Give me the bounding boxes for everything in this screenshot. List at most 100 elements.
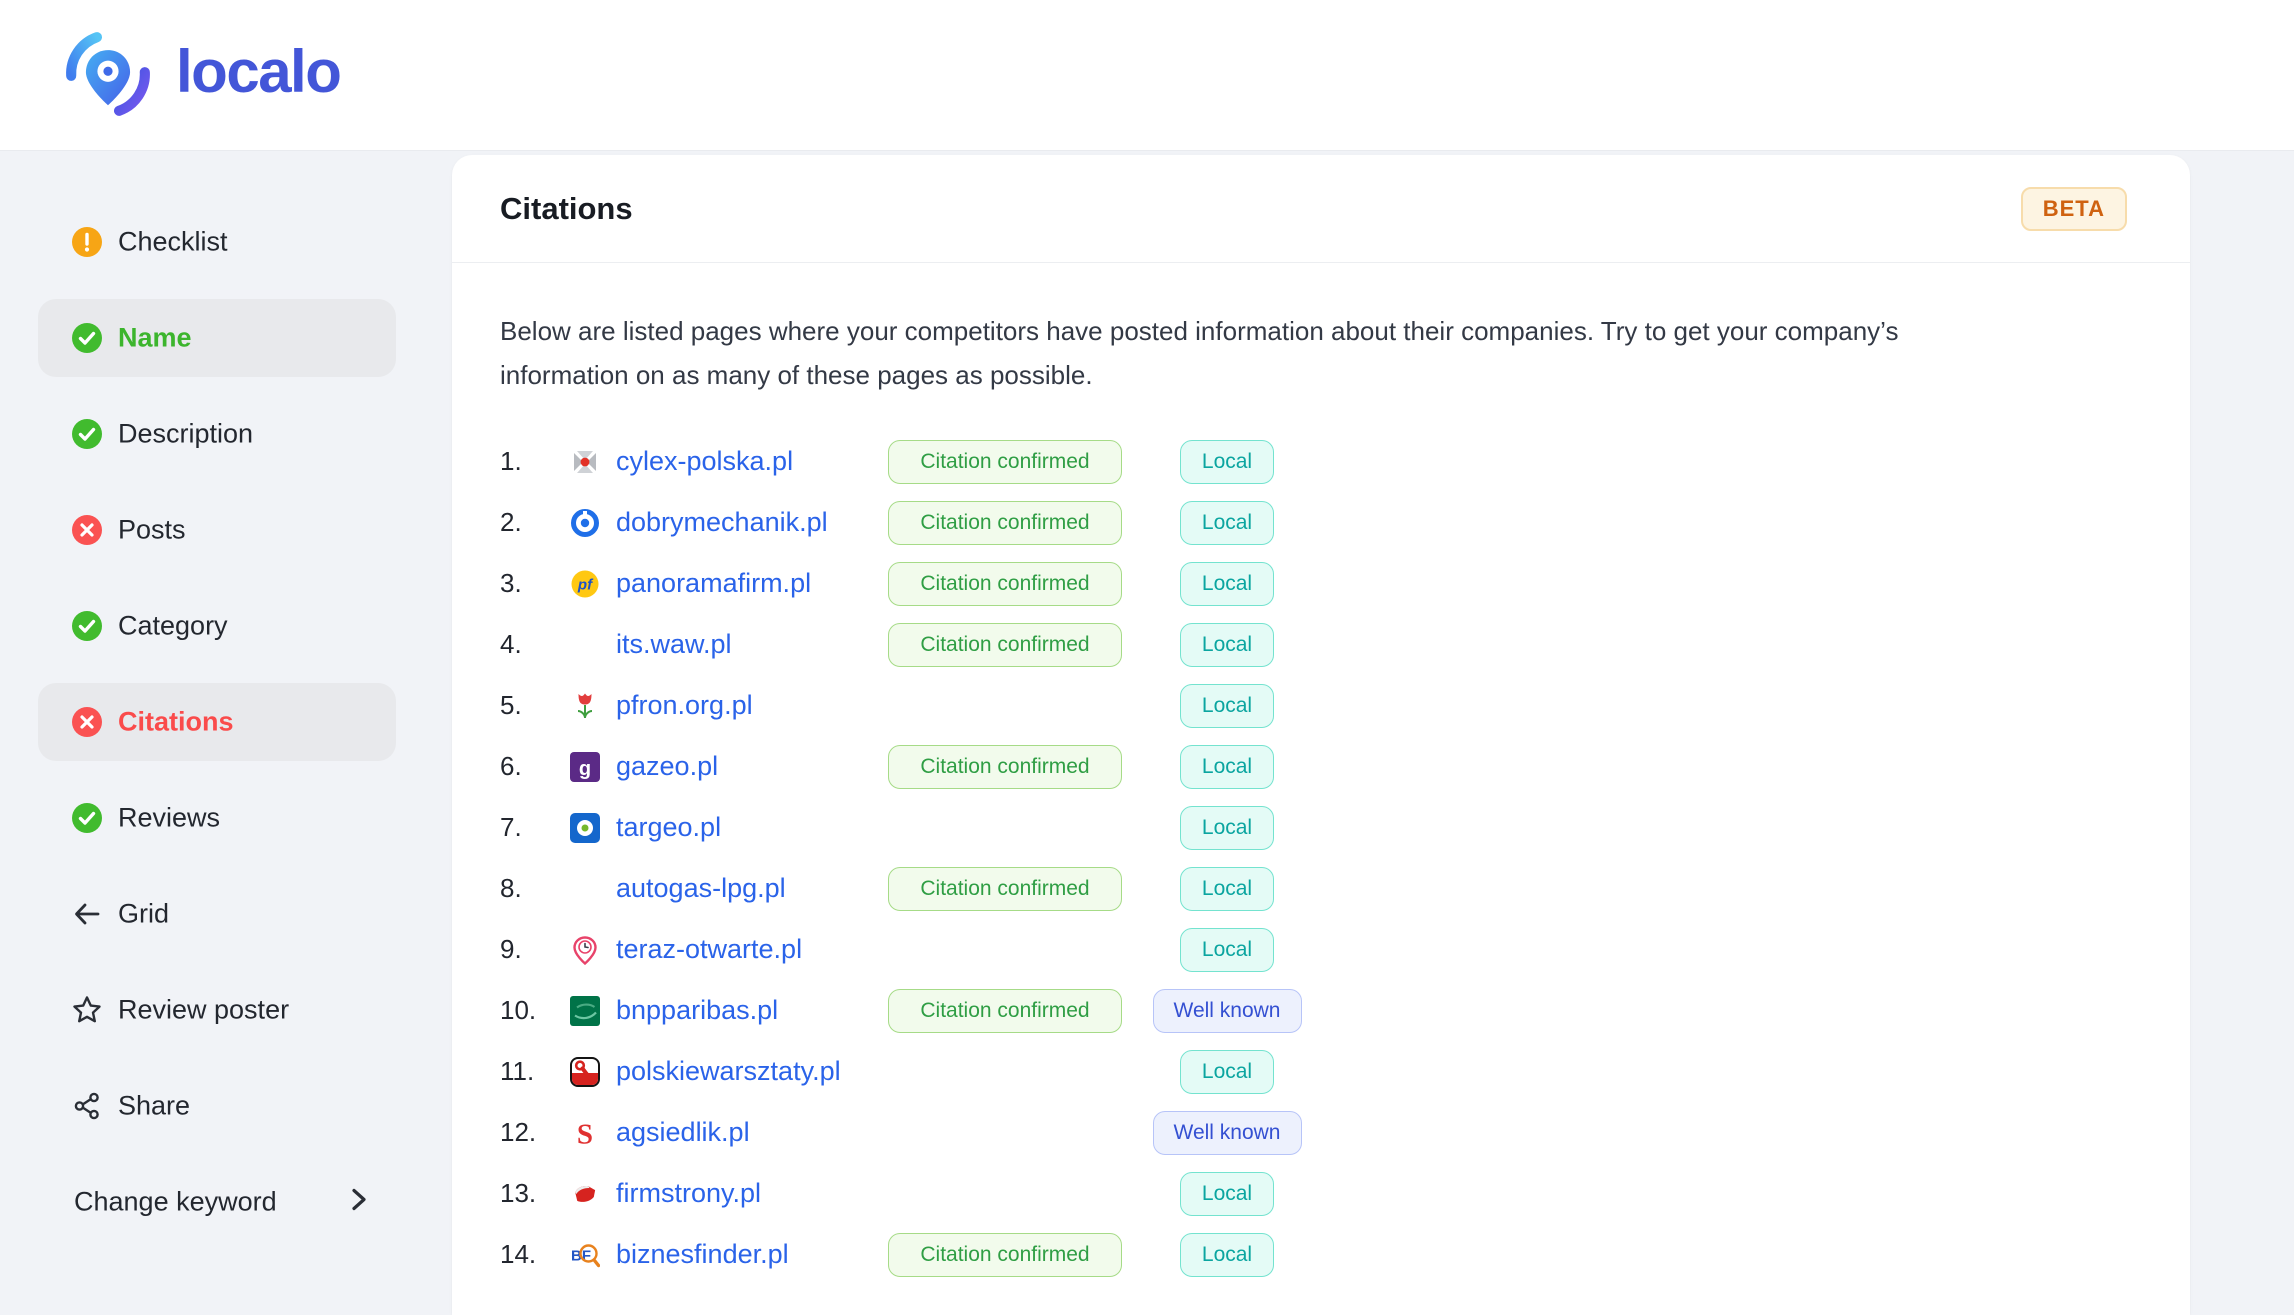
sidebar-item-label: Citations [118, 706, 234, 737]
local-badge: Local [1179, 439, 1275, 484]
app-screen: localo Checklist Name Description Posts … [0, 0, 2294, 1315]
favicon-warsztaty-icon [570, 1056, 600, 1087]
change-keyword-button[interactable]: Change keyword [0, 1154, 452, 1250]
row-number: 10. [500, 995, 537, 1025]
citation-confirmed-badge: Citation confirmed [888, 439, 1122, 484]
local-badge: Local [1179, 927, 1275, 972]
change-keyword-label: Change keyword [74, 1186, 277, 1217]
favicon-bnp-icon [570, 995, 600, 1026]
favicon-gazeo-icon: g [570, 751, 600, 782]
local-badge: Local [1179, 1232, 1275, 1277]
check-circle-icon [71, 322, 103, 354]
favicon-targeo-icon [570, 812, 600, 843]
domain-link[interactable]: bnpparibas.pl [616, 995, 778, 1025]
favicon-firmstrony-icon [570, 1179, 600, 1209]
localo-logo[interactable]: localo [62, 28, 342, 120]
warning-circle-icon [71, 226, 103, 258]
arrow-left-icon [71, 898, 103, 930]
brand-wordmark: localo [176, 37, 342, 105]
well-known-badge: Well known [1152, 988, 1302, 1033]
citations-card-header: Citations BETA [452, 155, 2190, 263]
domain-link[interactable]: pfron.org.pl [616, 690, 753, 720]
local-badge: Local [1179, 622, 1275, 667]
page-title: Citations [500, 190, 633, 226]
local-badge: Local [1179, 866, 1275, 911]
local-badge: Local [1179, 561, 1275, 606]
local-badge: Local [1179, 683, 1275, 728]
top-header: localo [0, 0, 2294, 151]
local-badge: Local [1179, 500, 1275, 545]
row-number: 3. [500, 568, 522, 598]
domain-link[interactable]: polskiewarsztaty.pl [616, 1056, 841, 1086]
well-known-badge: Well known [1152, 1110, 1302, 1155]
citation-row: 9. teraz-otwarte.pl Local [500, 919, 2190, 980]
sidebar-item-label: Posts [118, 514, 186, 545]
beta-badge: BETA [2020, 186, 2127, 231]
citation-confirmed-badge: Citation confirmed [888, 622, 1122, 667]
citation-row: 12. S agsiedlik.pl Well known [500, 1102, 2190, 1163]
sidebar-item-name[interactable]: Name [0, 290, 452, 386]
citation-row: 10. bnpparibas.pl Citation confirmed Wel… [500, 980, 2190, 1041]
citations-list: 1. cylex-polska.pl Citation confirmed Lo… [500, 431, 2190, 1285]
x-circle-icon [71, 706, 103, 738]
sidebar-item-share[interactable]: Share [0, 1058, 452, 1154]
domain-link[interactable]: dobrymechanik.pl [616, 507, 828, 537]
domain-link[interactable]: panoramafirm.pl [616, 568, 811, 598]
sidebar-item-grid[interactable]: Grid [0, 866, 452, 962]
citation-row: 6. g gazeo.pl Citation confirmed Local [500, 736, 2190, 797]
favicon-cylex-icon [570, 447, 600, 477]
domain-link[interactable]: cylex-polska.pl [616, 446, 793, 476]
sidebar-item-label: Description [118, 418, 254, 449]
favicon-panoramafirm-icon: pf [570, 569, 600, 599]
citation-row: 4. its.waw.pl Citation confirmed Local [500, 614, 2190, 675]
check-circle-icon [71, 418, 103, 450]
citation-confirmed-badge: Citation confirmed [888, 744, 1122, 789]
sidebar-item-label: Category [118, 610, 228, 641]
citation-confirmed-badge: Citation confirmed [888, 561, 1122, 606]
favicon-dobrymechanik-icon [570, 508, 600, 538]
citations-card-body: Below are listed pages where your compet… [452, 309, 2190, 1285]
svg-text:pf: pf [577, 576, 594, 593]
sidebar-item-checklist[interactable]: Checklist [0, 194, 452, 290]
sidebar-item-citations[interactable]: Citations [0, 674, 452, 770]
citation-row: 7. targeo.pl Local [500, 797, 2190, 858]
sidebar-item-reviews[interactable]: Reviews [0, 770, 452, 866]
domain-link[interactable]: firmstrony.pl [616, 1178, 761, 1208]
check-circle-icon [71, 802, 103, 834]
domain-link[interactable]: its.waw.pl [616, 629, 732, 659]
row-number: 9. [500, 934, 522, 964]
domain-link[interactable]: agsiedlik.pl [616, 1117, 750, 1147]
domain-link[interactable]: targeo.pl [616, 812, 721, 842]
domain-link[interactable]: autogas-lpg.pl [616, 873, 786, 903]
favicon-pfron-icon [570, 691, 600, 721]
star-icon [71, 994, 103, 1026]
local-badge: Local [1179, 805, 1275, 850]
citation-row: 11. polskiewarsztaty.pl Local [500, 1041, 2190, 1102]
row-number: 4. [500, 629, 522, 659]
sidebar-item-label: Reviews [118, 802, 221, 833]
localo-pin-icon [62, 28, 154, 120]
sidebar-item-category[interactable]: Category [0, 578, 452, 674]
svg-text:S: S [577, 1118, 593, 1148]
domain-link[interactable]: teraz-otwarte.pl [616, 934, 802, 964]
favicon-biznesfinder-icon: BF [570, 1240, 600, 1270]
sidebar-item-description[interactable]: Description [0, 386, 452, 482]
sidebar-item-label: Grid [118, 898, 170, 929]
x-circle-icon [71, 514, 103, 546]
citation-confirmed-badge: Citation confirmed [888, 1232, 1122, 1277]
sidebar-item-label: Name [118, 322, 192, 353]
domain-link[interactable]: biznesfinder.pl [616, 1239, 789, 1269]
favicon-placeholder [570, 874, 600, 904]
row-number: 8. [500, 873, 522, 903]
share-icon [71, 1090, 103, 1122]
local-badge: Local [1179, 1049, 1275, 1094]
citation-row: 13. firmstrony.pl Local [500, 1163, 2190, 1224]
sidebar-item-posts[interactable]: Posts [0, 482, 452, 578]
sidebar-item-label: Share [118, 1090, 191, 1121]
chevron-right-icon [348, 1183, 370, 1222]
favicon-teraz-icon [570, 935, 600, 965]
row-number: 12. [500, 1117, 537, 1147]
local-badge: Local [1179, 1171, 1275, 1216]
domain-link[interactable]: gazeo.pl [616, 751, 718, 781]
sidebar-item-review-poster[interactable]: Review poster [0, 962, 452, 1058]
